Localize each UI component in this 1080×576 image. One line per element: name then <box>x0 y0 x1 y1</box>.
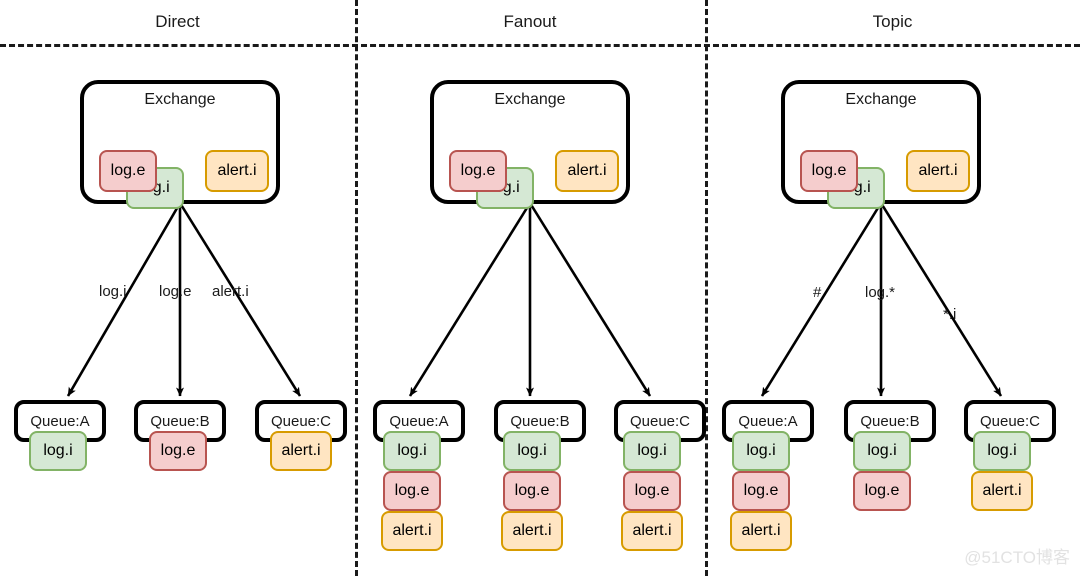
exchange-tag-alert-i[interactable]: alert.i <box>205 150 269 192</box>
queue-tag-topic-b-2[interactable]: log.e <box>853 471 911 511</box>
queue-tag-topic-b-1[interactable]: log.i <box>853 431 911 471</box>
queue-tag-topic-a-3[interactable]: alert.i <box>730 511 792 551</box>
edge-label-topic-1: # <box>813 284 822 301</box>
queue-tag-fanout-b-3[interactable]: alert.i <box>501 511 563 551</box>
exchange-tag-alert-i[interactable]: alert.i <box>906 150 970 192</box>
section-title-fanout: Fanout <box>503 12 557 31</box>
queue-tag-fanout-a-3[interactable]: alert.i <box>381 511 443 551</box>
edge-label-topic-2: log.* <box>865 284 896 301</box>
exchange-tag-alert-i[interactable]: alert.i <box>555 150 619 192</box>
exchange-label: Exchange <box>494 91 566 108</box>
queue-tag-topic-c-1[interactable]: log.i <box>973 431 1031 471</box>
queue-tag-fanout-c-2[interactable]: log.e <box>623 471 681 511</box>
queue-tag-topic-a-1[interactable]: log.i <box>732 431 790 471</box>
horizontal-divider <box>0 44 1080 47</box>
queue-tag-fanout-b-2[interactable]: log.e <box>503 471 561 511</box>
queue-tag-fanout-c-1[interactable]: log.i <box>623 431 681 471</box>
queue-tag-fanout-c-3[interactable]: alert.i <box>621 511 683 551</box>
queue-tag-topic-c-2[interactable]: alert.i <box>971 471 1033 511</box>
edge-label-topic-3: *.i <box>943 306 957 323</box>
section-title-topic: Topic <box>872 12 913 31</box>
edge-label-direct-1: log.i <box>99 283 127 300</box>
edge-label-direct-3: alert.i <box>212 283 249 300</box>
section-title-direct: Direct <box>155 12 200 31</box>
queue-tag-direct-c-1[interactable]: alert.i <box>270 431 332 471</box>
vertical-divider-1 <box>355 0 358 576</box>
queue-tag-fanout-b-1[interactable]: log.i <box>503 431 561 471</box>
exchange-direct[interactable]: Exchange log.i log.e alert.i <box>80 80 280 209</box>
queue-tag-direct-b-1[interactable]: log.e <box>149 431 207 471</box>
queue-tag-fanout-a-1[interactable]: log.i <box>383 431 441 471</box>
exchange-tag-log-e[interactable]: log.e <box>449 150 507 192</box>
exchange-label: Exchange <box>845 91 917 108</box>
exchange-tag-log-e[interactable]: log.e <box>800 150 858 192</box>
vertical-divider-2 <box>705 0 708 576</box>
diagram-canvas: Direct Fanout Topic Exchange log.i log.e <box>0 0 1080 576</box>
queue-tag-fanout-a-2[interactable]: log.e <box>383 471 441 511</box>
watermark: @51CTO博客 <box>964 548 1070 567</box>
edge-label-direct-2: log.e <box>159 283 192 300</box>
queue-tag-topic-a-2[interactable]: log.e <box>732 471 790 511</box>
queue-tag-direct-a-1[interactable]: log.i <box>29 431 87 471</box>
exchange-fanout[interactable]: Exchange log.i log.e alert.i <box>430 80 630 209</box>
exchange-tag-log-e[interactable]: log.e <box>99 150 157 192</box>
exchange-label: Exchange <box>144 91 216 108</box>
exchange-topic[interactable]: Exchange log.i log.e alert.i <box>781 80 981 209</box>
